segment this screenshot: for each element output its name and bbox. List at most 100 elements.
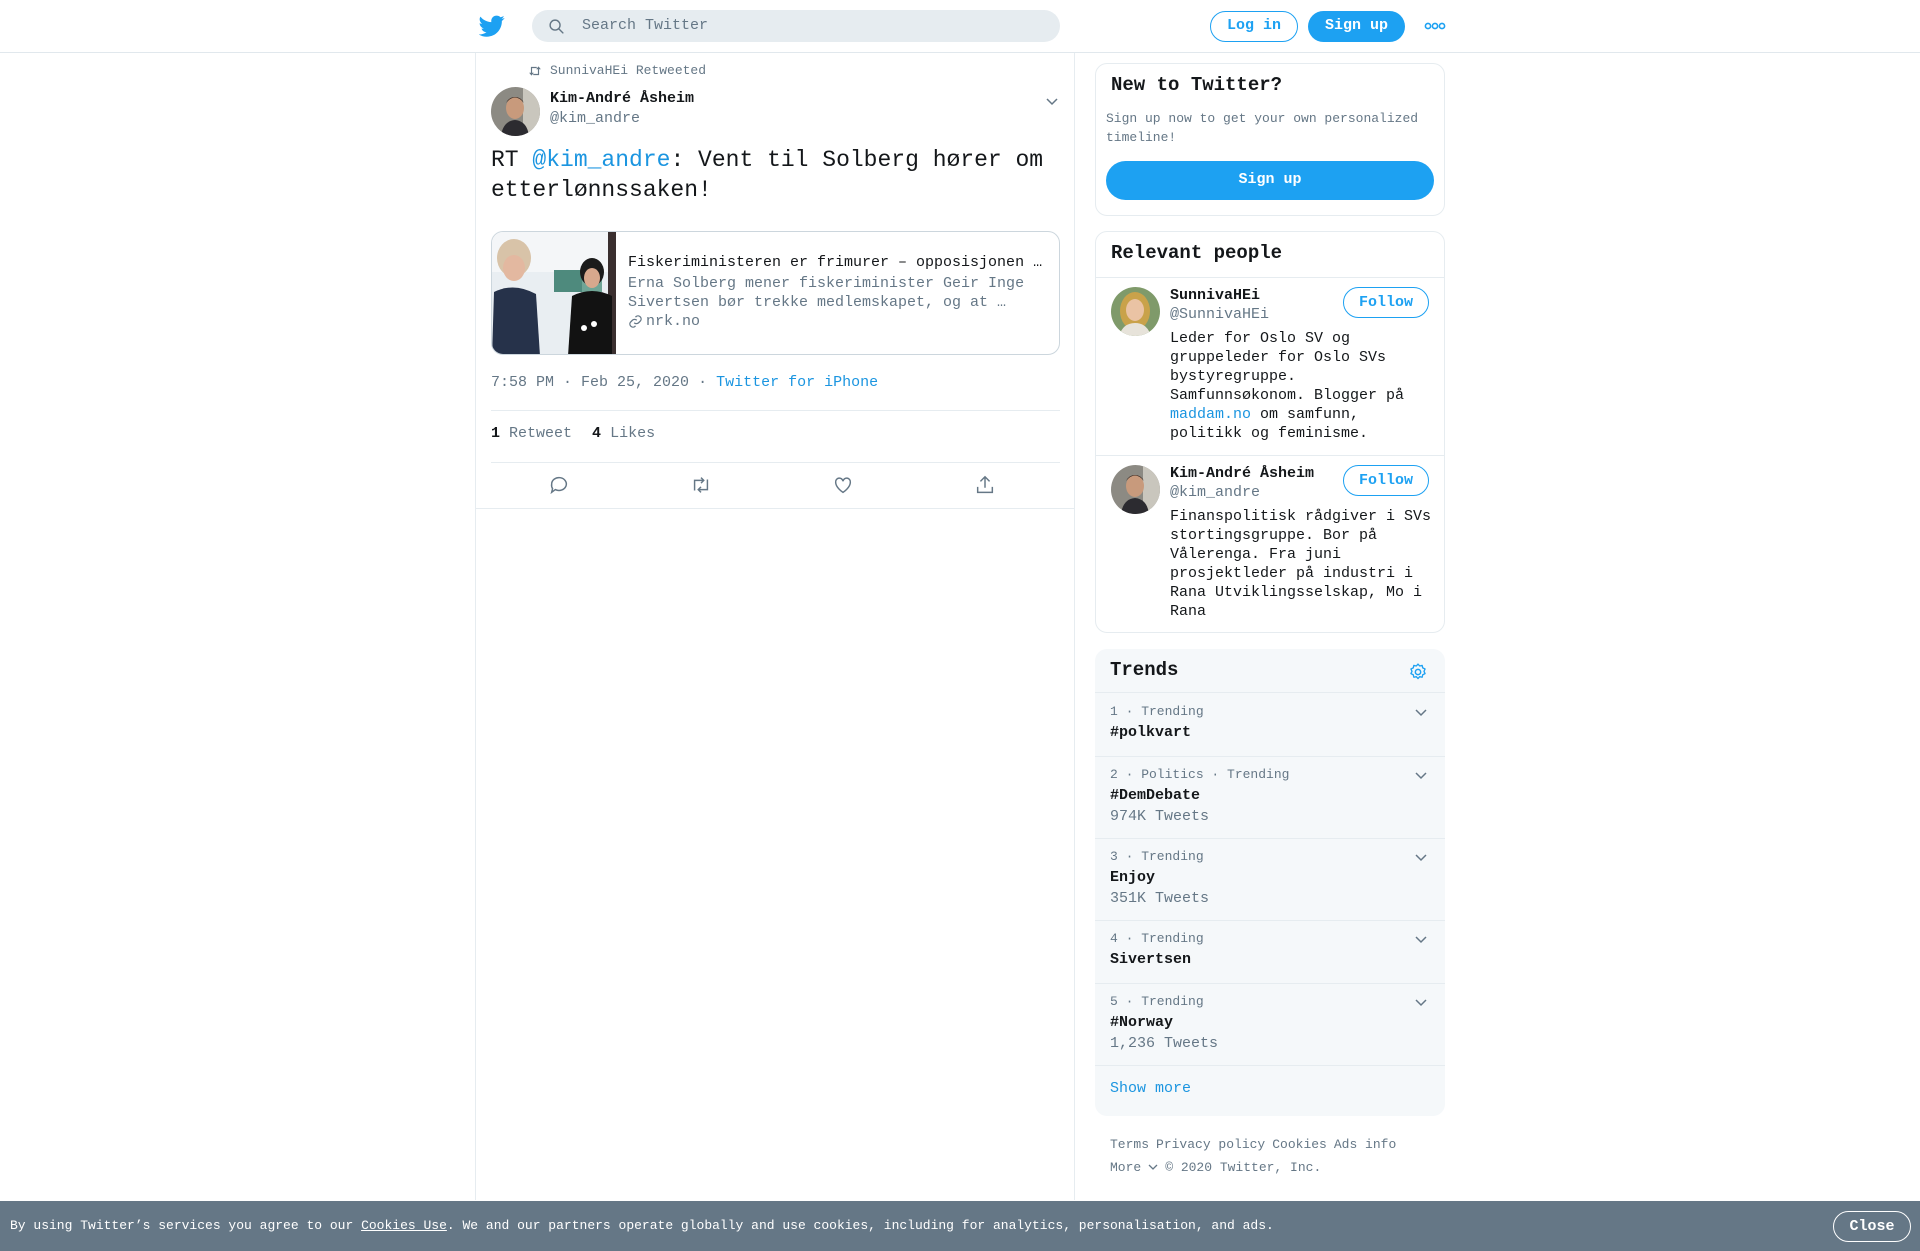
reply-icon[interactable] — [548, 474, 570, 496]
tweet-mention-link[interactable]: @kim_andre — [532, 147, 670, 173]
trend-item[interactable]: 4 · Trending Sivertsen — [1095, 921, 1445, 984]
footer-more[interactable]: More — [1110, 1160, 1158, 1175]
author-avatar[interactable] — [491, 87, 540, 136]
new-to-twitter-panel: New to Twitter? Sign up now to get your … — [1095, 63, 1445, 216]
sidebar-footer: Terms Privacy policy Cookies Ads info More ©… — [1110, 1133, 1440, 1179]
trend-item[interactable]: 5 · Trending #Norway 1,236 Tweets — [1095, 984, 1445, 1066]
tweet-actions — [476, 463, 1074, 509]
person-bio: Leder for Oslo SV og gruppeleder for Osl… — [1170, 330, 1405, 442]
person-handle[interactable]: @SunnivaHEi — [1170, 306, 1269, 323]
login-button[interactable]: Log in — [1210, 11, 1298, 42]
retweet-icon[interactable] — [690, 474, 712, 496]
person-avatar[interactable] — [1111, 287, 1160, 336]
card-domain-text: nrk.no — [646, 313, 701, 330]
retweet-small-icon — [529, 65, 541, 76]
person-bio: Finanspolitisk rådgiver i SVs stortingsg… — [1170, 508, 1432, 620]
trend-context: 1 · Trending — [1110, 704, 1204, 719]
trends-header: Trends — [1095, 649, 1445, 693]
chevron-down-icon[interactable] — [1413, 994, 1429, 1010]
author-name[interactable]: Kim-André Åsheim — [550, 90, 694, 107]
chevron-down-icon[interactable] — [1413, 931, 1429, 947]
twitter-bird-icon[interactable] — [479, 13, 505, 39]
meta-separator: · — [698, 374, 708, 391]
person-avatar[interactable] — [1111, 465, 1160, 514]
author-handle[interactable]: @kim_andre — [550, 110, 640, 127]
cookie-banner: By using Twitter’s services you agree to… — [0, 1201, 1920, 1251]
footer-link-ads[interactable]: Ads info — [1334, 1137, 1396, 1152]
copyright: © 2020 Twitter, Inc. — [1165, 1160, 1322, 1175]
relevant-people-title: Relevant people — [1111, 242, 1283, 264]
tweet-column: SunnivaHEi Retweeted Kim-André Åsheim @k… — [475, 53, 1075, 1200]
trend-item[interactable]: 1 · Trending #polkvart — [1095, 694, 1445, 757]
show-more-link[interactable]: Show more — [1110, 1080, 1191, 1097]
tweet-timestamp[interactable]: 7:58 PM · Feb 25, 2020 — [491, 374, 689, 391]
footer-link-privacy[interactable]: Privacy policy — [1156, 1137, 1265, 1152]
gear-icon[interactable] — [1408, 662, 1428, 682]
retweeted-by: SunnivaHEi Retweeted — [528, 63, 706, 78]
trend-name[interactable]: #Norway — [1110, 1014, 1173, 1031]
trend-item[interactable]: 3 · Trending Enjoy 351K Tweets — [1095, 839, 1445, 921]
trend-count: 1,236 Tweets — [1110, 1035, 1219, 1052]
chevron-down-icon[interactable] — [1044, 93, 1060, 109]
chevron-down-icon[interactable] — [1413, 704, 1429, 720]
trend-count: 351K Tweets — [1110, 890, 1210, 907]
more-dots-icon[interactable] — [1424, 20, 1446, 32]
follow-button[interactable]: Follow — [1343, 465, 1429, 496]
cookies-use-link[interactable]: Cookies Use — [361, 1218, 447, 1233]
share-icon[interactable] — [974, 474, 996, 496]
divider — [1096, 277, 1444, 278]
trend-name[interactable]: #DemDebate — [1110, 787, 1200, 804]
card-title: Fiskeriministeren er frimurer – opposisj… — [628, 254, 1043, 271]
trends-title: Trends — [1110, 659, 1179, 681]
trend-count: 974K Tweets — [1110, 808, 1210, 825]
trend-context: 2 · Politics · Trending — [1110, 767, 1290, 782]
person-card[interactable]: SunnivaHEi @SunnivaHEi Follow Leder for … — [1096, 287, 1444, 447]
person-name[interactable]: SunnivaHEi — [1170, 287, 1260, 304]
close-cookie-button[interactable]: Close — [1833, 1211, 1911, 1242]
relevant-people-panel: Relevant people SunnivaHEi @SunnivaHEi F… — [1095, 231, 1445, 633]
trends-panel: Trends 1 · Trending #polkvart 2 · Politi… — [1095, 649, 1445, 1116]
trend-name[interactable]: Sivertsen — [1110, 951, 1191, 968]
trend-context: 3 · Trending — [1110, 849, 1204, 864]
footer-link-terms[interactable]: Terms — [1110, 1137, 1149, 1152]
tweet-stats: 1 Retweet 4 Likes — [491, 425, 655, 442]
likes-stat[interactable]: 4 Likes — [592, 425, 655, 442]
trend-name[interactable]: #polkvart — [1110, 724, 1191, 741]
tweet-meta: 7:58 PM · Feb 25, 2020 · Twitter for iPh… — [491, 374, 878, 391]
tweet-text: RT @kim_andre: Vent til Solberg hører om… — [491, 145, 1061, 205]
person-name[interactable]: Kim-André Åsheim — [1170, 465, 1314, 482]
like-icon[interactable] — [832, 474, 854, 496]
divider — [1096, 455, 1444, 456]
search-input[interactable]: Search Twitter — [582, 17, 708, 34]
chevron-down-icon[interactable] — [1413, 767, 1429, 783]
link-icon — [629, 315, 642, 328]
sidebar-signup-button[interactable]: Sign up — [1106, 161, 1434, 200]
tweet-source-link[interactable]: Twitter for iPhone — [716, 374, 878, 391]
divider — [491, 410, 1060, 411]
signup-button[interactable]: Sign up — [1308, 11, 1405, 42]
retweets-stat[interactable]: 1 Retweet — [491, 425, 572, 442]
bio-link[interactable]: maddam.no — [1170, 406, 1251, 423]
cookie-text: By using Twitter’s services you agree to… — [10, 1218, 1274, 1233]
trend-name[interactable]: Enjoy — [1110, 869, 1155, 886]
footer-link-cookies[interactable]: Cookies — [1272, 1137, 1327, 1152]
top-header: Search Twitter Log in Sign up — [0, 0, 1920, 53]
trend-context: 4 · Trending — [1110, 931, 1204, 946]
chevron-down-icon — [1148, 1164, 1158, 1170]
card-thumbnail — [492, 232, 616, 354]
person-card[interactable]: Kim-André Åsheim @kim_andre Follow Finan… — [1096, 465, 1444, 625]
new-to-twitter-description: Sign up now to get your own personalized… — [1106, 111, 1419, 145]
person-handle[interactable]: @kim_andre — [1170, 484, 1260, 501]
link-preview-card[interactable]: Fiskeriministeren er frimurer – opposisj… — [491, 231, 1060, 355]
retweeted-by-label[interactable]: SunnivaHEi Retweeted — [550, 63, 706, 78]
search-icon — [549, 19, 564, 34]
trend-item[interactable]: 2 · Politics · Trending #DemDebate 974K … — [1095, 757, 1445, 839]
trend-context: 5 · Trending — [1110, 994, 1204, 1009]
tweet-text-prefix: RT — [491, 147, 533, 173]
card-domain: nrk.no — [628, 313, 700, 330]
card-description: Erna Solberg mener fiskeriminister Geir … — [628, 275, 1025, 311]
chevron-down-icon[interactable] — [1413, 849, 1429, 865]
new-to-twitter-title: New to Twitter? — [1111, 74, 1283, 96]
search-bar[interactable]: Search Twitter — [532, 10, 1060, 42]
follow-button[interactable]: Follow — [1343, 287, 1429, 318]
